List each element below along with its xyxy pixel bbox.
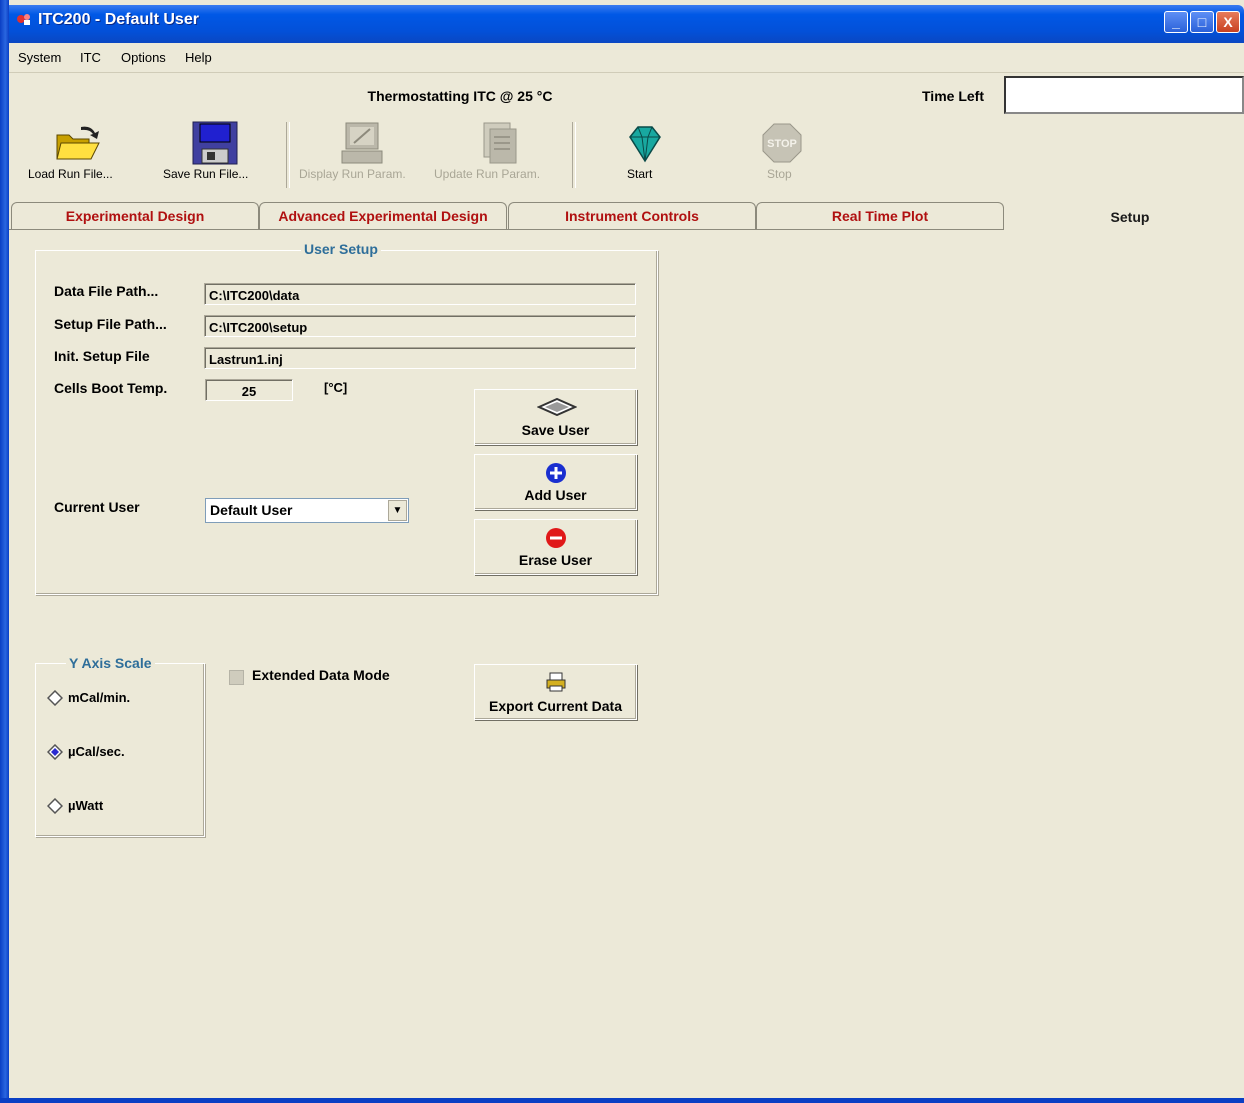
- radio-ucal-sec[interactable]: [46, 743, 64, 763]
- cells-boot-temp-unit: [°C]: [324, 380, 348, 395]
- tab-setup[interactable]: Setup: [1006, 204, 1244, 231]
- add-user-button[interactable]: Add User: [474, 454, 637, 510]
- radio-ucal-sec-label[interactable]: µCal/sec.: [68, 744, 125, 759]
- load-run-file-label[interactable]: Load Run File...: [28, 167, 113, 181]
- menu-help[interactable]: Help: [185, 50, 212, 65]
- display-run-param-label: Display Run Param.: [299, 167, 406, 181]
- close-icon: X: [1223, 14, 1233, 30]
- erase-user-label: Erase User: [518, 552, 593, 568]
- maximize-icon: □: [1197, 14, 1207, 30]
- status-title: Thermostatting ITC @ 25 °C: [367, 88, 553, 104]
- setup-file-path-field[interactable]: C:\ITC200\setup: [204, 315, 636, 337]
- update-document-icon: [476, 121, 520, 168]
- cells-boot-temp-label: Cells Boot Temp.: [54, 380, 168, 396]
- extended-data-mode-checkbox[interactable]: [229, 670, 244, 685]
- tab-instrument-controls[interactable]: Instrument Controls: [508, 202, 756, 229]
- extended-data-mode-label[interactable]: Extended Data Mode: [252, 667, 390, 683]
- time-left-label: Time Left: [922, 88, 984, 104]
- time-left-field: [1004, 76, 1244, 114]
- init-setup-file-field[interactable]: Lastrun1.inj: [204, 347, 636, 369]
- save-user-label: Save User: [521, 422, 590, 438]
- tab-real-time-plot[interactable]: Real Time Plot: [756, 202, 1004, 229]
- user-setup-legend: User Setup: [301, 241, 381, 257]
- export-current-data-label: Export Current Data: [488, 698, 623, 714]
- current-user-dropdown[interactable]: Default User ▼: [205, 498, 409, 523]
- menu-options[interactable]: Options: [121, 50, 166, 65]
- menu-system[interactable]: System: [18, 50, 61, 65]
- window-frame-bottom: [0, 1098, 1244, 1103]
- setup-file-path-label[interactable]: Setup File Path...: [54, 316, 167, 332]
- tab-advanced-experimental-design[interactable]: Advanced Experimental Design: [259, 202, 507, 229]
- add-icon: [545, 462, 567, 487]
- y-axis-scale-legend: Y Axis Scale: [66, 655, 155, 671]
- init-setup-file-label: Init. Setup File: [54, 348, 150, 364]
- radio-mcal-min-label[interactable]: mCal/min.: [68, 690, 130, 705]
- window-frame-left: [0, 0, 9, 1103]
- radio-uwatt[interactable]: [46, 797, 64, 817]
- monitor-icon: [340, 121, 384, 168]
- menu-itc[interactable]: ITC: [80, 50, 101, 65]
- cells-boot-temp-field[interactable]: 25: [205, 379, 293, 401]
- data-file-path-label[interactable]: Data File Path...: [54, 283, 158, 299]
- save-run-file-label[interactable]: Save Run File...: [163, 167, 248, 181]
- printer-icon: [546, 672, 566, 695]
- close-button[interactable]: X: [1216, 11, 1240, 33]
- add-user-label: Add User: [524, 487, 587, 503]
- tab-strip-baseline: [9, 229, 1004, 230]
- erase-icon: [545, 527, 567, 552]
- maximize-button[interactable]: □: [1190, 11, 1214, 33]
- tab-experimental-design[interactable]: Experimental Design: [11, 202, 259, 229]
- start-label[interactable]: Start: [627, 167, 652, 181]
- floppy-disk-icon[interactable]: [192, 121, 238, 168]
- export-current-data-button[interactable]: Export Current Data: [474, 664, 637, 720]
- toolbar-separator: [286, 122, 290, 188]
- radio-mcal-min[interactable]: [46, 689, 64, 709]
- chevron-down-icon[interactable]: ▼: [388, 500, 407, 521]
- toolbar-separator-2: [572, 122, 576, 188]
- save-user-button[interactable]: Save User: [474, 389, 637, 445]
- data-file-path-field[interactable]: C:\ITC200\data: [204, 283, 636, 305]
- window-title: ITC200 - Default User: [38, 11, 199, 28]
- stop-sign-icon: STOP: [762, 123, 802, 166]
- stop-label: Stop: [767, 167, 792, 181]
- start-gem-icon[interactable]: [626, 125, 664, 166]
- save-disk-icon: [536, 397, 578, 419]
- app-icon: [16, 12, 32, 26]
- current-user-label: Current User: [54, 499, 140, 515]
- minimize-button[interactable]: _: [1164, 11, 1188, 33]
- erase-user-button[interactable]: Erase User: [474, 519, 637, 575]
- svg-text:STOP: STOP: [767, 138, 797, 150]
- update-run-param-label: Update Run Param.: [434, 167, 541, 181]
- current-user-value: Default User: [210, 502, 293, 518]
- minimize-icon: _: [1172, 14, 1180, 30]
- open-folder-icon[interactable]: [55, 123, 103, 166]
- radio-uwatt-label[interactable]: µWatt: [68, 798, 103, 813]
